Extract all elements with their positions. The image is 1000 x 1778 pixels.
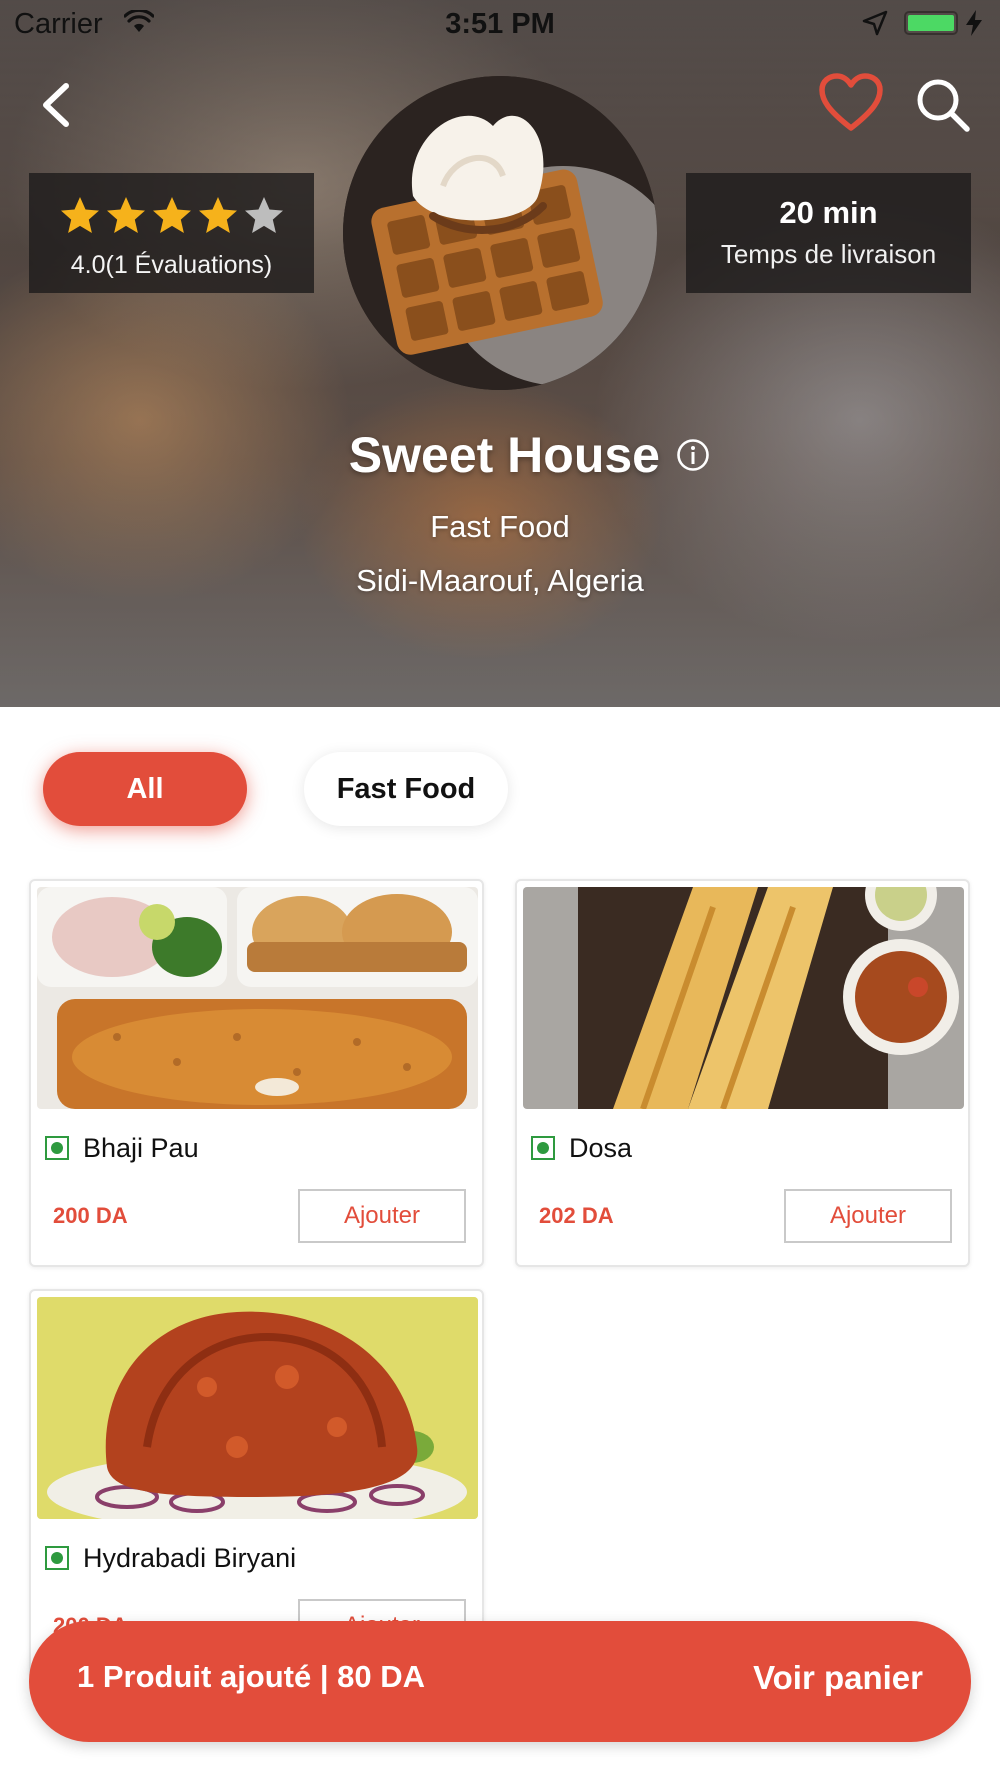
- product-name: Hydrabadi Biryani: [83, 1543, 297, 1573]
- veg-icon: [45, 1546, 69, 1570]
- product-image-bhaji-pau: [37, 887, 478, 1109]
- delivery-label: Temps de livraison: [720, 239, 937, 269]
- product-name: Bhaji Pau: [83, 1133, 199, 1163]
- search-icon[interactable]: [914, 76, 972, 134]
- product-card[interactable]: Dosa 202 DA Ajouter: [515, 879, 970, 1267]
- clock-time: 3:51 PM: [445, 8, 555, 40]
- product-image-hydrabadi-biryani: [37, 1297, 478, 1519]
- product-card[interactable]: Hydrabadi Biryani 200 DA Ajouter: [29, 1289, 484, 1677]
- restaurant-name: Sweet House: [348, 427, 660, 483]
- restaurant-location: Sidi-Maarouf, Algeria: [356, 563, 644, 598]
- star-rating: [59, 195, 285, 239]
- product-price: 202 DA: [539, 1203, 614, 1228]
- delivery-panel: 20 min Temps de livraison: [686, 173, 971, 293]
- heart-icon[interactable]: [818, 72, 884, 134]
- filter-chip-fast-food[interactable]: Fast Food: [304, 752, 508, 826]
- location-arrow-icon: [862, 10, 888, 36]
- restaurant-header: Carrier 3:51 PM 4.0(1 Évaluations) 20 mi…: [0, 0, 1000, 707]
- star-icon: [245, 197, 283, 233]
- add-to-cart-button[interactable]: Ajouter: [298, 1189, 466, 1243]
- star-icon: [61, 197, 99, 233]
- info-icon[interactable]: [676, 438, 710, 472]
- waffle-image: [343, 76, 657, 390]
- rating-panel: 4.0(1 Évaluations): [29, 173, 314, 293]
- charging-bolt-icon: [966, 10, 982, 36]
- star-icon: [199, 197, 237, 233]
- product-name: Dosa: [569, 1133, 633, 1163]
- back-chevron-icon[interactable]: [34, 78, 78, 132]
- delivery-time: 20 min: [779, 195, 878, 230]
- view-cart-bar[interactable]: 1 Produit ajouté | 80 DA Voir panier: [29, 1621, 971, 1742]
- veg-icon: [531, 1136, 555, 1160]
- view-cart-button[interactable]: Voir panier: [753, 1659, 923, 1697]
- rating-count: 4.0(1 Évaluations): [70, 251, 273, 279]
- add-to-cart-button[interactable]: Ajouter: [784, 1189, 952, 1243]
- restaurant-cuisine: Fast Food: [430, 509, 570, 544]
- veg-icon: [45, 1136, 69, 1160]
- product-card[interactable]: Bhaji Pau 200 DA Ajouter: [29, 879, 484, 1267]
- cart-summary: 1 Produit ajouté | 80 DA: [77, 1659, 426, 1694]
- product-price: 200 DA: [53, 1203, 128, 1228]
- star-icon: [107, 197, 145, 233]
- product-image-dosa: [523, 887, 964, 1109]
- battery-icon: [904, 11, 958, 35]
- restaurant-logo: [343, 76, 657, 390]
- star-icon: [153, 197, 191, 233]
- status-bar: Carrier 3:51 PM: [0, 0, 1000, 50]
- filter-chip-all[interactable]: All: [43, 752, 247, 826]
